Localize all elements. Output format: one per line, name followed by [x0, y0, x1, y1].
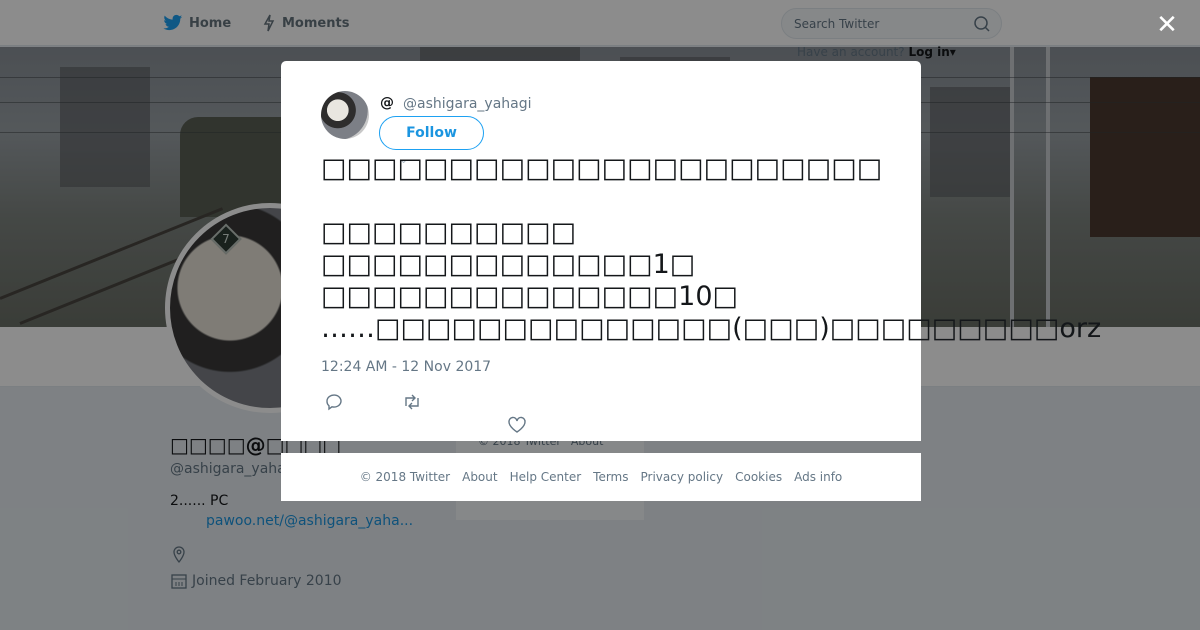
tweet-author-handle[interactable]: @ashigara_yahagi [403, 96, 532, 112]
footer-terms-link[interactable]: Terms [593, 470, 628, 484]
tweet-line: □□□□□□□□□□ [321, 217, 577, 248]
tweet-text: □□□□□□□□□□□□□□□□□□□□□□ □□□□□□□□□□ □□□□□□… [321, 153, 1102, 345]
tweet-line: □□□□□□□□□□□□□□10□ [321, 281, 739, 312]
footer-cookies-link[interactable]: Cookies [735, 470, 782, 484]
tweet-line: □□□□□□□□□□□□□□□□□□□□□□ [321, 153, 883, 184]
footer-ads-link[interactable]: Ads info [794, 470, 842, 484]
footer-about-link[interactable]: About [462, 470, 497, 484]
tweet-actions [321, 391, 581, 433]
tweet-line: □□□□□□□□□□□□□1□ [321, 249, 696, 280]
tweet-line [321, 185, 891, 217]
tweet-timestamp[interactable]: 12:24 AM - 12 Nov 2017 [321, 359, 491, 375]
modal-footer: © 2018 Twitter About Help Center Terms P… [281, 453, 921, 501]
retweet-icon[interactable] [401, 391, 423, 413]
follow-button[interactable]: Follow [379, 116, 484, 150]
footer-help-link[interactable]: Help Center [510, 470, 582, 484]
tweet-modal: @ @ashigara_yahagi Follow ⌄ □□□□□□□□□□□□… [281, 61, 1102, 441]
close-icon[interactable]: ✕ [1154, 12, 1180, 38]
heart-icon[interactable] [506, 414, 528, 436]
tweet-avatar[interactable] [321, 91, 369, 139]
reply-icon[interactable] [323, 391, 345, 413]
tweet-line: ……□□□□□□□□□□□□□□(□□□)□□□□□□□□□orz [321, 313, 1102, 344]
footer-privacy-link[interactable]: Privacy policy [641, 470, 724, 484]
footer-copyright: © 2018 Twitter [359, 470, 451, 484]
tweet-author-name[interactable]: @ [380, 95, 394, 111]
